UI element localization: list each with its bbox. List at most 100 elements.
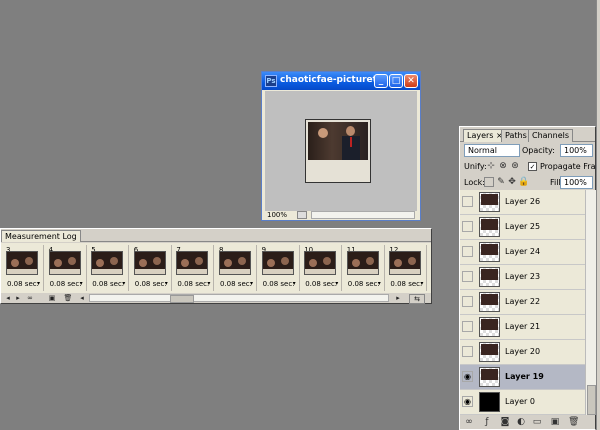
minimize-button[interactable]: _ bbox=[374, 74, 388, 88]
animation-frame[interactable]: 6 0.08 sec. ▾ bbox=[131, 245, 172, 291]
animation-frame[interactable]: 4 0.08 sec. ▾ bbox=[46, 245, 87, 291]
delay-dropdown-icon[interactable]: ▾ bbox=[293, 280, 296, 287]
convert-timeline-icon[interactable]: ⇆ bbox=[409, 294, 425, 304]
layer-row[interactable]: Layer 25 bbox=[460, 215, 585, 240]
frame-delay[interactable]: 0.08 sec. bbox=[348, 280, 380, 288]
document-titlebar[interactable]: Ps chaoticfae-picturethis... _ □ ✕ bbox=[262, 72, 420, 90]
layer-thumbnail bbox=[479, 192, 500, 212]
animation-frame[interactable]: 10 0.08 sec. ▾ bbox=[301, 245, 343, 291]
delete-frame-icon[interactable]: 🗑 bbox=[63, 294, 73, 302]
layer-row[interactable]: ◉ Layer 0 bbox=[460, 390, 585, 415]
animation-frame[interactable]: 12 0.08 sec. ▾ bbox=[386, 245, 428, 291]
layer-row[interactable]: Layer 23 bbox=[460, 265, 585, 290]
tween-icon[interactable]: ∞ bbox=[25, 294, 35, 302]
blend-mode-select[interactable]: Normal bbox=[464, 144, 520, 157]
tab-paths[interactable]: Paths bbox=[501, 129, 531, 142]
new-group-icon[interactable]: ▭ bbox=[532, 417, 542, 427]
layer-row[interactable]: ◉ Layer 19 bbox=[460, 365, 585, 390]
layers-scrollbar[interactable] bbox=[585, 190, 596, 415]
status-menu-button[interactable] bbox=[297, 211, 307, 219]
delay-dropdown-icon[interactable]: ▾ bbox=[250, 280, 253, 287]
layer-name: Layer 19 bbox=[505, 372, 544, 381]
frame-delay[interactable]: 0.08 sec. bbox=[7, 280, 39, 288]
frame-delay[interactable]: 0.08 sec. bbox=[135, 280, 167, 288]
first-frame-icon[interactable]: ◂ bbox=[3, 294, 13, 302]
layer-row[interactable]: Layer 20 bbox=[460, 340, 585, 365]
right-dock-edge bbox=[596, 0, 600, 430]
eye-icon[interactable]: ◉ bbox=[462, 371, 473, 382]
animation-frame[interactable]: 7 0.08 sec. ▾ bbox=[173, 245, 215, 291]
animation-frame[interactable]: 3 0.08 sec. ▾ bbox=[3, 245, 44, 291]
unify-style-icon[interactable]: ⊛ bbox=[510, 161, 520, 171]
frame-delay[interactable]: 0.08 sec. bbox=[220, 280, 252, 288]
layer-thumbnail bbox=[479, 217, 500, 237]
close-button[interactable]: ✕ bbox=[404, 74, 418, 88]
delay-dropdown-icon[interactable]: ▾ bbox=[335, 280, 338, 287]
layer-row[interactable]: Layer 22 bbox=[460, 290, 585, 315]
delay-dropdown-icon[interactable]: ▾ bbox=[420, 280, 423, 287]
maximize-button[interactable]: □ bbox=[389, 74, 403, 88]
frame-scrollbar[interactable] bbox=[89, 294, 389, 303]
lock-transparency-icon[interactable] bbox=[484, 177, 494, 187]
delay-dropdown-icon[interactable]: ▾ bbox=[378, 280, 381, 287]
layer-thumbnail bbox=[479, 292, 500, 312]
document-window[interactable]: Ps chaoticfae-picturethis... _ □ ✕ 100% bbox=[261, 71, 421, 221]
layer-row[interactable]: Layer 24 bbox=[460, 240, 585, 265]
duplicate-frame-icon[interactable]: ▣ bbox=[47, 294, 57, 302]
delay-dropdown-icon[interactable]: ▾ bbox=[207, 280, 210, 287]
visibility-toggle[interactable] bbox=[462, 271, 473, 282]
frame-delay[interactable]: 0.08 sec. bbox=[50, 280, 82, 288]
layer-mask-icon[interactable]: ◙ bbox=[500, 417, 510, 427]
scroll-left-icon[interactable]: ◂ bbox=[77, 294, 87, 302]
lock-label: Lock: bbox=[464, 178, 485, 187]
layer-name: Layer 0 bbox=[505, 397, 535, 406]
unify-position-icon[interactable]: ⊹ bbox=[486, 161, 496, 171]
delay-dropdown-icon[interactable]: ▾ bbox=[122, 280, 125, 287]
frame-delay[interactable]: 0.08 sec. bbox=[177, 280, 209, 288]
layer-style-icon[interactable]: ƒ bbox=[482, 417, 492, 427]
fill-input[interactable]: 100% bbox=[560, 176, 593, 189]
lock-pixels-icon[interactable]: ✎ bbox=[496, 177, 506, 187]
layer-name: Layer 25 bbox=[505, 222, 541, 231]
visibility-toggle[interactable] bbox=[462, 196, 473, 207]
lock-position-icon[interactable]: ✥ bbox=[507, 177, 517, 187]
new-layer-icon[interactable]: ▣ bbox=[550, 417, 560, 427]
delay-dropdown-icon[interactable]: ▾ bbox=[80, 280, 83, 287]
tab-measurement-log[interactable]: Measurement Log bbox=[1, 230, 81, 242]
propagate-checkbox[interactable]: ✓ bbox=[528, 162, 537, 171]
visibility-toggle[interactable] bbox=[462, 321, 473, 332]
frame-thumbnail bbox=[261, 251, 294, 275]
eye-icon[interactable]: ◉ bbox=[462, 396, 473, 407]
tab-channels[interactable]: Channels bbox=[528, 129, 574, 142]
animation-frame[interactable]: 5 0.08 sec. ▾ bbox=[88, 245, 130, 291]
frame-delay[interactable]: 0.08 sec. bbox=[263, 280, 295, 288]
opacity-input[interactable]: 100% bbox=[560, 144, 593, 157]
frame-delay[interactable]: 0.08 sec. bbox=[92, 280, 124, 288]
document-canvas[interactable] bbox=[265, 91, 417, 211]
visibility-toggle[interactable] bbox=[462, 221, 473, 232]
scroll-right-icon[interactable]: ▸ bbox=[393, 294, 403, 302]
link-layers-icon[interactable]: ∞ bbox=[464, 417, 474, 427]
animation-frame[interactable]: 8 0.08 sec. ▾ bbox=[216, 245, 257, 291]
layer-row[interactable]: Layer 26 bbox=[460, 190, 585, 215]
animation-tabbar: Measurement Log bbox=[1, 229, 431, 242]
zoom-level[interactable]: 100% bbox=[267, 211, 287, 220]
unify-visibility-icon[interactable]: ⊗ bbox=[498, 161, 508, 171]
visibility-toggle[interactable] bbox=[462, 346, 473, 357]
adjustment-layer-icon[interactable]: ◐ bbox=[516, 417, 526, 427]
frame-strip: 3 0.08 sec. ▾ 4 0.08 sec. ▾ 5 0.08 sec. ▾ 6 0.08 s… bbox=[1, 243, 431, 293]
delay-dropdown-icon[interactable]: ▾ bbox=[37, 280, 40, 287]
frame-delay[interactable]: 0.08 sec. bbox=[305, 280, 337, 288]
visibility-toggle[interactable] bbox=[462, 246, 473, 257]
delay-dropdown-icon[interactable]: ▾ bbox=[165, 280, 168, 287]
animation-frame[interactable]: 9 0.08 sec. ▾ bbox=[259, 245, 300, 291]
delete-layer-icon[interactable]: 🗑 bbox=[568, 417, 579, 427]
document-horizontal-scrollbar[interactable] bbox=[311, 211, 415, 219]
layer-thumbnail bbox=[479, 317, 500, 337]
visibility-toggle[interactable] bbox=[462, 296, 473, 307]
layer-row[interactable]: Layer 21 bbox=[460, 315, 585, 340]
play-icon[interactable]: ▸ bbox=[13, 294, 23, 302]
frame-delay[interactable]: 0.08 sec. bbox=[390, 280, 422, 288]
lock-all-icon[interactable]: 🔒 bbox=[518, 177, 529, 187]
animation-frame[interactable]: 11 0.08 sec. ▾ bbox=[344, 245, 385, 291]
